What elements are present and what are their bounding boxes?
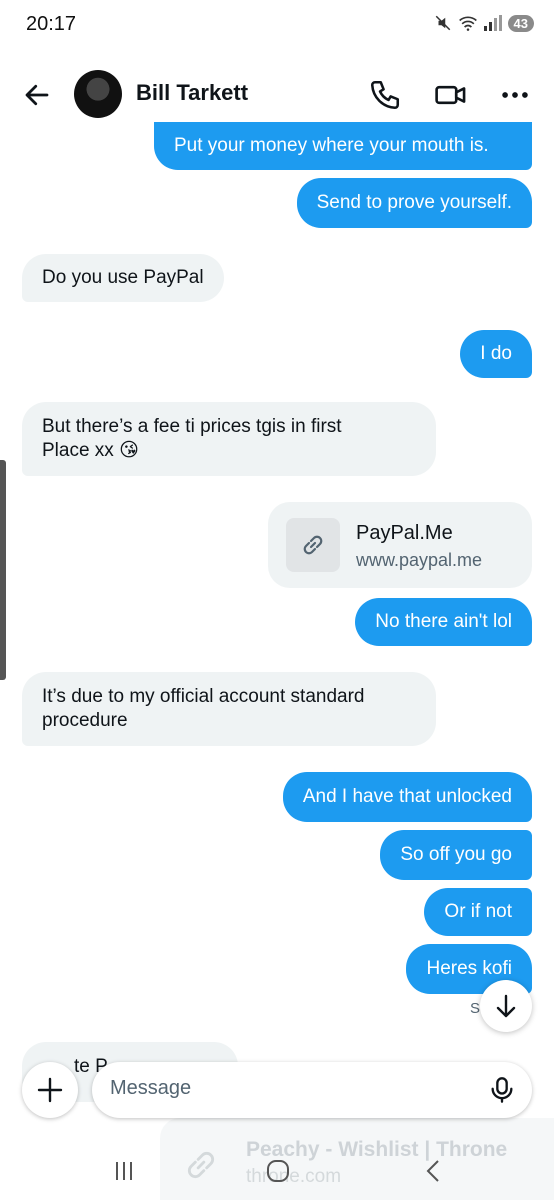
plus-icon (37, 1077, 63, 1103)
add-attachment-button[interactable] (22, 1062, 78, 1118)
message-outgoing[interactable]: Put your money where your mouth is. (154, 122, 532, 170)
message-text: Put your money where your mouth is. (174, 135, 489, 156)
message-text: Place xx 😘 (42, 440, 139, 461)
avatar[interactable] (74, 70, 122, 118)
message-incoming[interactable]: It’s due to my official account standard… (22, 672, 436, 746)
message-outgoing[interactable]: Send to prove yourself. (296, 178, 532, 228)
message-outgoing[interactable]: No there ain't lol (355, 598, 532, 646)
message-text: Heres kofi (426, 958, 512, 979)
mute-icon (435, 15, 450, 31)
system-nav-bar (0, 1140, 554, 1200)
message-outgoing[interactable]: Or if not (424, 888, 532, 936)
seen-status: S (470, 1000, 481, 1017)
message-text: I do (480, 343, 512, 364)
message-text: Send to prove yourself. (316, 192, 512, 213)
message-text: Do you use PayPal (42, 267, 204, 288)
message-text: So off you go (400, 844, 512, 865)
screen-edge-handle (0, 460, 6, 680)
link-icon (303, 535, 323, 555)
message-text: Or if not (444, 901, 512, 922)
wifi-icon (458, 16, 477, 31)
link-preview-card[interactable]: PayPal.Me www.paypal.me (268, 502, 532, 588)
arrow-down-icon (496, 994, 516, 1018)
contact-name[interactable]: Bill Tarkett (136, 80, 248, 106)
back-arrow-icon[interactable] (22, 80, 52, 110)
link-icon-box (286, 518, 340, 572)
status-bar: 20:17 43 (0, 0, 554, 52)
home-icon[interactable] (258, 1156, 298, 1186)
video-call-icon[interactable] (434, 78, 468, 112)
message-input[interactable] (108, 1076, 472, 1101)
link-url: www.paypal.me (356, 550, 483, 570)
battery-indicator: 43 (507, 14, 534, 32)
status-time: 20:17 (26, 13, 77, 35)
link-title: PayPal.Me (356, 522, 453, 544)
message-composer[interactable] (92, 1062, 532, 1118)
message-text: But there’s a fee ti prices tgis in firs… (42, 416, 342, 437)
status-icons: 43 (434, 14, 534, 32)
message-text: And I have that unlocked (302, 786, 512, 807)
message-text: It’s due to my official account standard (42, 686, 365, 707)
message-text: procedure (42, 710, 128, 731)
message-incoming[interactable]: But there’s a fee ti prices tgis in firs… (22, 402, 436, 476)
message-outgoing[interactable]: And I have that unlocked (282, 772, 532, 822)
recent-apps-icon[interactable] (104, 1156, 144, 1186)
back-nav-icon[interactable] (414, 1156, 454, 1186)
message-text: No there ain't lol (375, 611, 512, 632)
signal-icon (483, 15, 502, 31)
message-outgoing[interactable]: I do (460, 330, 532, 378)
more-options-icon[interactable] (498, 78, 532, 112)
scroll-to-bottom-button[interactable] (480, 980, 532, 1032)
phone-icon[interactable] (368, 78, 402, 112)
conversation-header: Bill Tarkett (0, 60, 554, 130)
message-outgoing[interactable]: So off you go (380, 830, 532, 880)
microphone-icon[interactable] (488, 1076, 516, 1104)
message-incoming[interactable]: Do you use PayPal (22, 254, 224, 302)
